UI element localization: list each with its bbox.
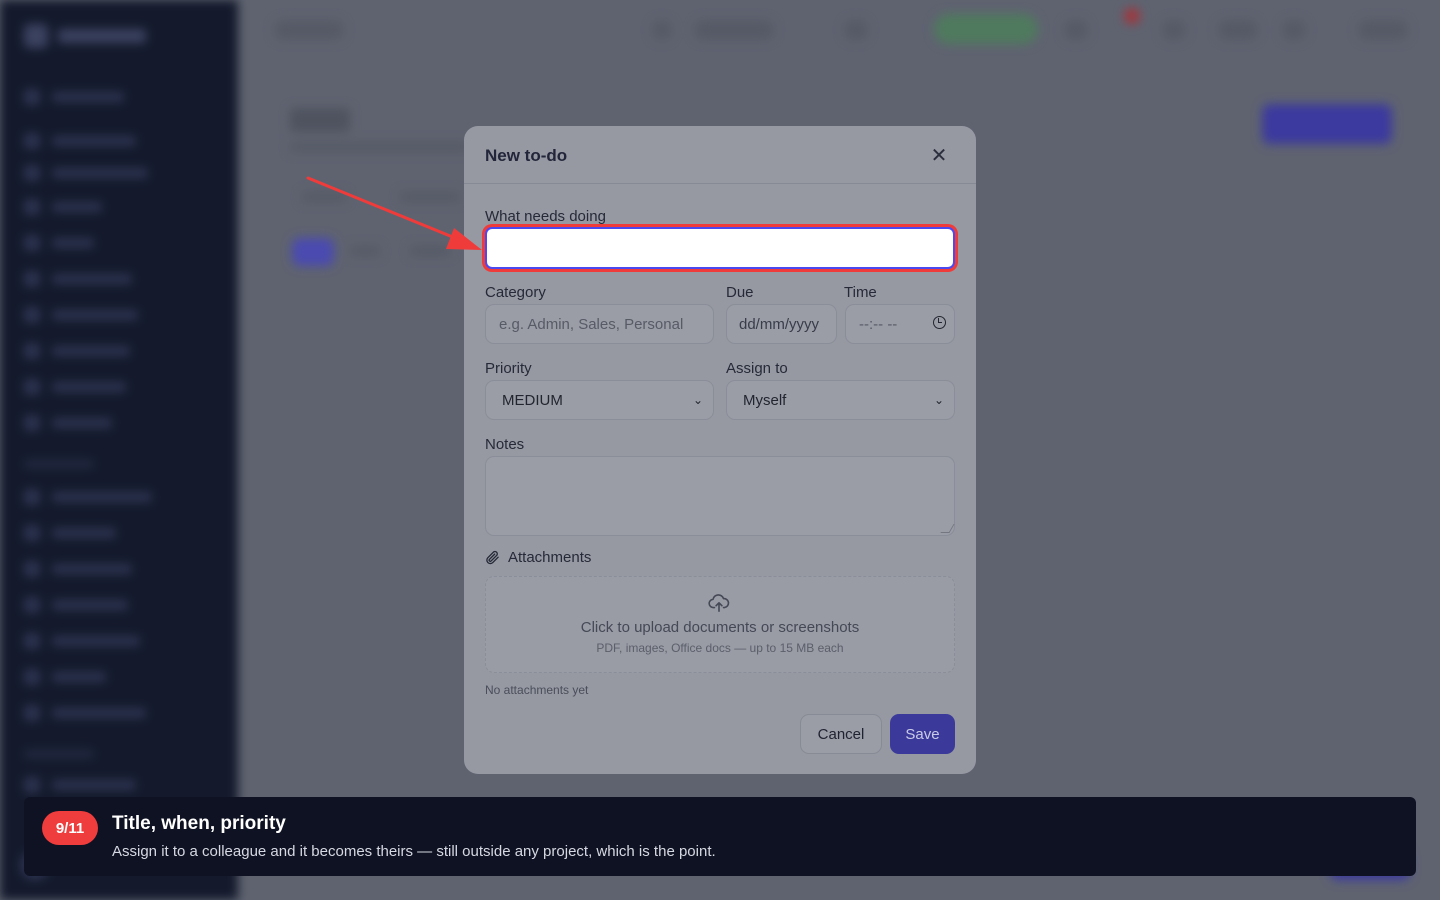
due-label: Due (726, 284, 754, 301)
sidebar-item (24, 705, 146, 721)
priority-label: Priority (485, 360, 532, 377)
resize-handle[interactable] (940, 524, 955, 533)
sidebar-item (24, 271, 132, 287)
chevron-down-icon: ⌄ (692, 393, 703, 407)
sidebar-item (24, 597, 128, 613)
sidebar-section (24, 460, 94, 468)
sidebar-item (24, 343, 130, 359)
page-subtitle (290, 142, 470, 152)
assign-label: Assign to (726, 360, 788, 377)
upload-hint: PDF, images, Office docs — up to 15 MB e… (596, 641, 844, 655)
sidebar-item (24, 199, 102, 215)
topbar-breadcrumb (274, 20, 344, 40)
sidebar-section (24, 750, 94, 758)
sidebar-item (24, 525, 116, 541)
category-placeholder: e.g. Admin, Sales, Personal (499, 315, 684, 333)
sidebar-item (24, 379, 126, 395)
topbar-icon (652, 20, 672, 40)
tour-step-badge: 9/11 (42, 811, 98, 845)
topbar-icon (1282, 20, 1306, 40)
sidebar-item (24, 133, 136, 149)
modal-title: New to-do (485, 146, 568, 165)
time-input[interactable]: --:-- -- (845, 304, 955, 344)
title-label: What needs doing (485, 208, 606, 225)
time-placeholder: --:-- -- (859, 315, 898, 333)
upload-text: Click to upload documents or screenshots (580, 619, 860, 636)
close-icon[interactable]: ✕ (928, 144, 950, 167)
upload-cloud-icon (708, 594, 730, 612)
new-todo-modal: New to-do ✕ What needs doing Category e.… (464, 126, 976, 774)
due-placeholder: dd/mm/yyyy (739, 315, 820, 333)
notification-dot (1124, 8, 1140, 24)
attachments-label: Attachments (508, 549, 592, 566)
sidebar-item (24, 235, 94, 251)
page-title (290, 108, 350, 132)
tour-banner: 9/11 Title, when, priority Assign it to … (24, 797, 1416, 876)
priority-value: MEDIUM (502, 391, 563, 409)
sidebar-item (24, 777, 136, 793)
status-pill (934, 14, 1038, 44)
sidebar-item (24, 89, 124, 105)
notes-label: Notes (485, 436, 525, 453)
clock-icon (933, 316, 946, 329)
title-input[interactable] (485, 227, 955, 269)
topbar-icon (1218, 20, 1258, 40)
due-date-input[interactable]: dd/mm/yyyy (726, 304, 837, 344)
notes-textarea[interactable] (485, 456, 955, 536)
assign-value: Myself (743, 391, 787, 409)
sidebar-item (24, 561, 132, 577)
sidebar-item (24, 669, 106, 685)
paperclip-icon (486, 550, 499, 565)
tour-title: Title, when, priority (112, 813, 286, 834)
priority-select[interactable]: MEDIUM ⌄ (485, 380, 714, 420)
topbar-icon (1162, 20, 1186, 40)
sidebar-item (24, 633, 140, 649)
save-button[interactable]: Save (890, 714, 955, 754)
cancel-button[interactable]: Cancel (800, 714, 882, 754)
time-label: Time (844, 284, 877, 301)
sidebar-item (24, 489, 152, 505)
assign-select[interactable]: Myself ⌄ (726, 380, 955, 420)
topbar-icon (844, 20, 868, 40)
topbar (238, 0, 1440, 60)
sidebar-item (24, 307, 138, 323)
topbar-avatar (1358, 20, 1408, 40)
modal-header: New to-do ✕ (464, 126, 976, 184)
sidebar (0, 0, 238, 900)
new-todo-button (1262, 104, 1392, 144)
attachments-heading: Attachments (485, 549, 591, 566)
pointer-arrow (306, 176, 482, 250)
category-label: Category (485, 284, 546, 301)
chevron-down-icon: ⌄ (933, 393, 944, 407)
sidebar-item (24, 165, 148, 181)
no-attachments-text: No attachments yet (485, 683, 589, 697)
sidebar-item (24, 415, 112, 431)
topbar-item (694, 20, 774, 40)
tour-description: Assign it to a colleague and it becomes … (112, 843, 716, 860)
topbar-icon (1064, 20, 1088, 40)
category-input[interactable]: e.g. Admin, Sales, Personal (485, 304, 714, 344)
app-logo (24, 24, 154, 48)
